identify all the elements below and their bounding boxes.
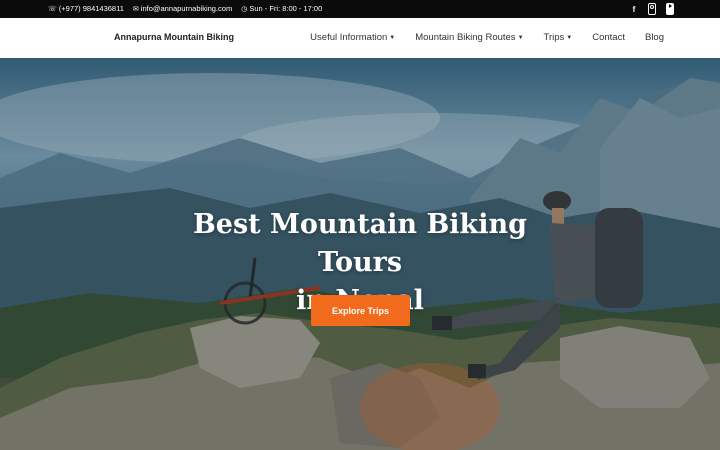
nav-label: Trips	[543, 32, 565, 43]
top-info-bar: ☏ (+977) 9841436811 ✉ info@annapurnabiki…	[0, 0, 720, 18]
hero-title-line-1: Best Mountain Biking Tours	[192, 209, 528, 278]
phone-icon: ☏	[48, 5, 57, 13]
nav-mountain-biking-routes[interactable]: Mountain Biking Routes ▼	[415, 32, 523, 43]
opening-hours: ◷ Sun - Fri: 8:00 - 17:00	[241, 4, 322, 13]
nav-label: Useful Information	[310, 32, 388, 43]
nav-label: Contact	[592, 32, 625, 43]
caret-down-icon: ▼	[566, 34, 573, 41]
main-nav: Useful Information ▼ Mountain Biking Rout…	[310, 32, 664, 43]
caret-down-icon: ▼	[517, 34, 524, 41]
email-contact[interactable]: ✉ info@annapurnabiking.com	[133, 4, 232, 13]
nav-label: Blog	[644, 32, 664, 43]
nav-label: Mountain Biking Routes	[415, 32, 516, 43]
site-header: Annapurna Mountain Biking Useful Informa…	[0, 18, 720, 58]
instagram-icon[interactable]	[648, 3, 656, 15]
site-logo[interactable]: Annapurna Mountain Biking	[114, 32, 234, 42]
youtube-icon[interactable]	[666, 3, 674, 15]
email-address: info@annapurnabiking.com	[140, 4, 233, 13]
nav-useful-information[interactable]: Useful Information ▼	[310, 32, 395, 43]
hero-section: Best Mountain Biking Tours in Nepal Expl…	[0, 58, 720, 450]
caret-down-icon: ▼	[389, 34, 396, 41]
nav-trips[interactable]: Trips ▼	[544, 32, 573, 43]
nav-blog[interactable]: Blog	[645, 32, 664, 43]
phone-number: (+977) 9841436811	[58, 4, 124, 13]
social-links: f	[630, 3, 674, 15]
clock-icon: ◷	[241, 5, 248, 13]
phone-contact[interactable]: ☏ (+977) 9841436811	[48, 4, 124, 13]
mail-icon: ✉	[132, 5, 139, 13]
hours-text: Sun - Fri: 8:00 - 17:00	[249, 4, 323, 13]
facebook-icon[interactable]: f	[630, 3, 638, 15]
nav-contact[interactable]: Contact	[592, 32, 625, 43]
contact-info: ☏ (+977) 9841436811 ✉ info@annapurnabiki…	[48, 4, 322, 13]
explore-trips-button[interactable]: Explore Trips	[311, 295, 410, 326]
